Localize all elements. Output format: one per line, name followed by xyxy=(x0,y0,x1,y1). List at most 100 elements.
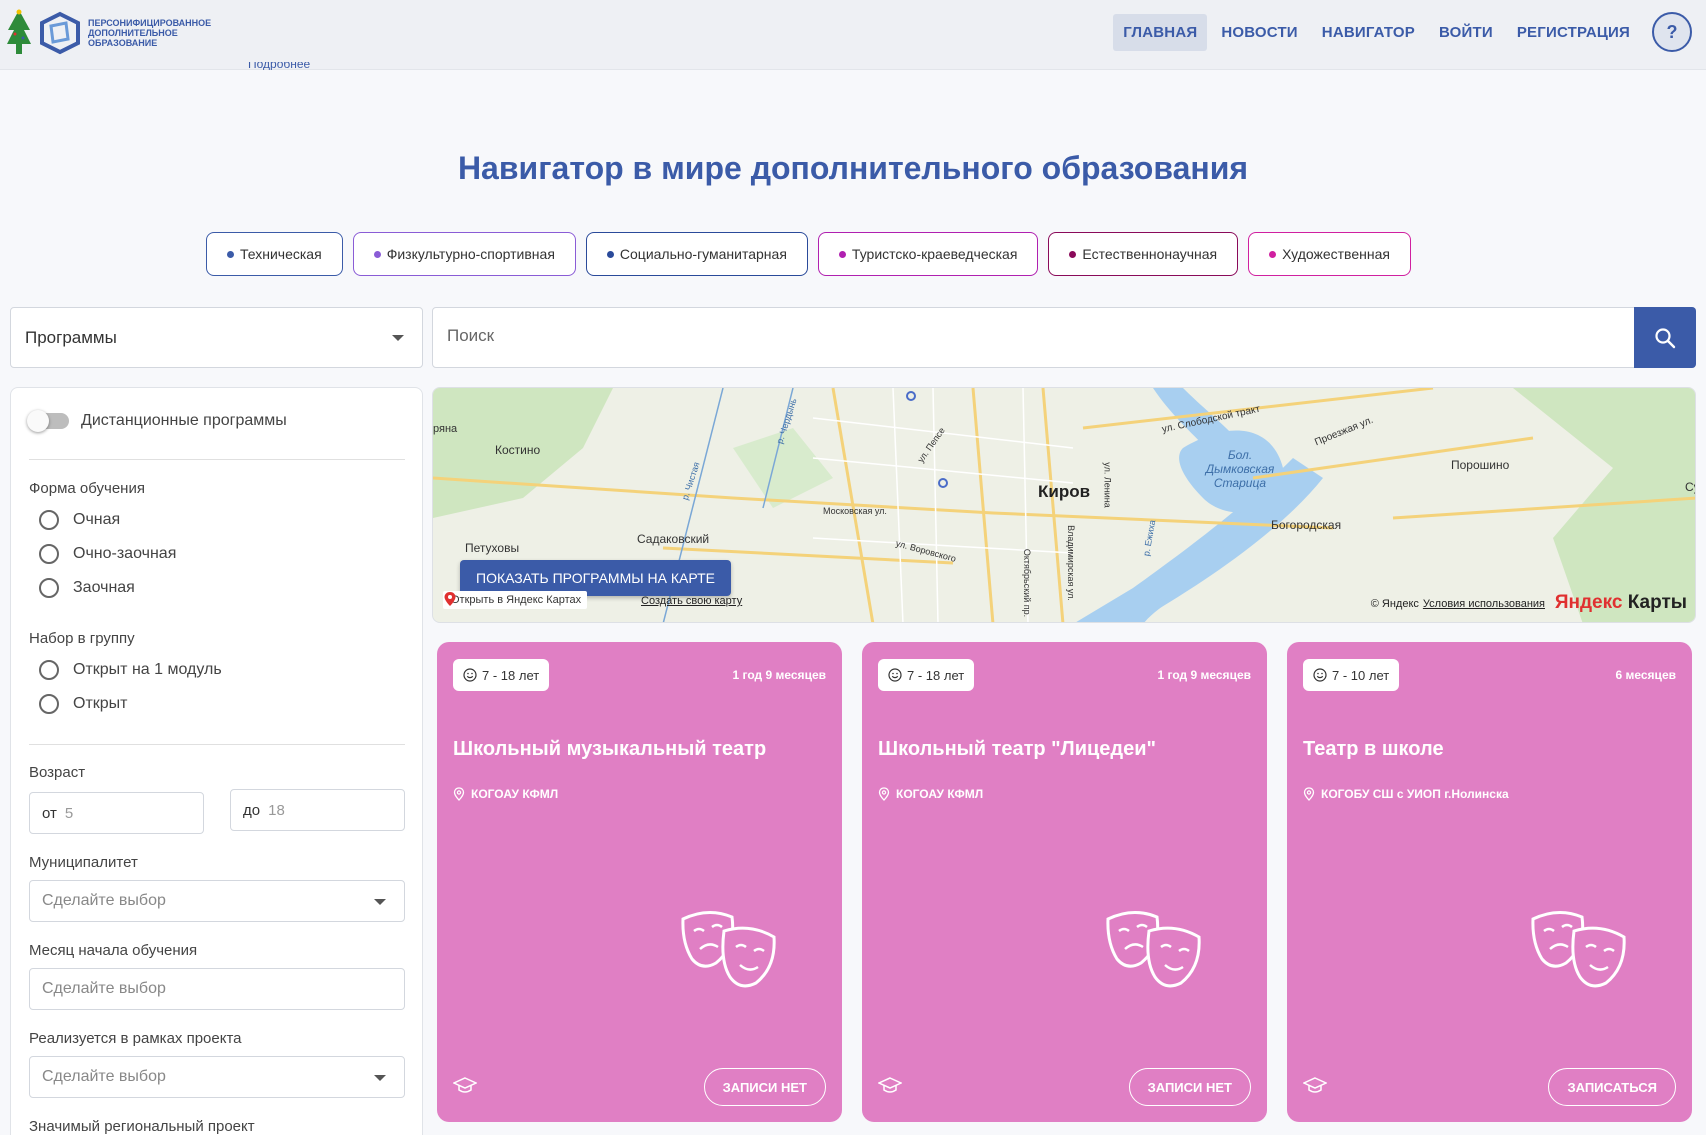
chip-science[interactable]: Естественнонаучная xyxy=(1048,232,1239,276)
map-city-label: Киров xyxy=(1038,482,1091,501)
help-button[interactable]: ? xyxy=(1652,12,1692,52)
nav-news[interactable]: НОВОСТИ xyxy=(1211,14,1307,51)
map-label: Су xyxy=(1685,480,1695,494)
nav-login[interactable]: ВОЙТИ xyxy=(1429,14,1503,51)
map-label: Московская ул. xyxy=(823,506,887,516)
create-map-link[interactable]: Создать свою карту xyxy=(641,595,742,607)
pdo-logo-icon xyxy=(40,11,80,55)
search-box xyxy=(432,307,1696,368)
age-from-placeholder: 5 xyxy=(64,804,74,822)
nav-navigator[interactable]: НАВИГАТОР xyxy=(1312,14,1425,51)
chip-label: Художественная xyxy=(1282,246,1390,262)
age-to-input[interactable]: до 18 xyxy=(230,789,405,831)
cut-off-link[interactable]: Подробнее xyxy=(248,62,310,70)
month-select[interactable]: Сделайте выбор xyxy=(29,968,405,1010)
program-card[interactable]: 7 - 18 лет 1 год 9 месяцев Школьный теат… xyxy=(862,642,1267,1122)
radio-label: Открыт на 1 модуль xyxy=(73,661,222,678)
enroll-button[interactable]: ЗАПИСИ НЕТ xyxy=(1128,1068,1251,1106)
caret-down-icon xyxy=(374,899,386,905)
chip-social[interactable]: Социально-гуманитарная xyxy=(585,232,808,276)
top-header: ПЕРСОНИФИЦИРОВАННОЕ ДОПОЛНИТЕЛЬНОЕ ОБРАЗ… xyxy=(0,0,1706,70)
age-badge: 7 - 18 лет xyxy=(453,659,550,691)
divider xyxy=(29,459,405,460)
brand-ya: Яндекс xyxy=(1554,592,1623,613)
page-title: Навигатор в мире дополнительного образов… xyxy=(457,150,1249,186)
search-icon xyxy=(1655,327,1676,348)
radio-label: Очная xyxy=(73,511,121,528)
graduation-cap-icon xyxy=(878,1077,902,1093)
age-text: 7 - 18 лет xyxy=(482,667,540,683)
age-label: Возраст xyxy=(29,764,86,781)
map-label: ул. Ленина xyxy=(1102,462,1113,508)
chip-technical[interactable]: Техническая xyxy=(206,232,343,276)
month-placeholder: Сделайте выбор xyxy=(42,980,166,997)
radio-label: Очно-заочная xyxy=(73,545,177,562)
card-title[interactable]: Школьный музыкальный театр xyxy=(453,738,828,761)
chip-sport[interactable]: Физкультурно-спортивная xyxy=(352,232,576,276)
age-to-prefix: до xyxy=(243,801,261,819)
radio-form-fulltime[interactable]: Очная xyxy=(39,510,120,530)
map-label: Богородская xyxy=(1271,518,1342,532)
remote-toggle[interactable] xyxy=(27,410,69,432)
nav-register[interactable]: РЕГИСТРАЦИЯ xyxy=(1507,14,1640,51)
radio-icon xyxy=(39,578,59,598)
age-badge: 7 - 10 лет xyxy=(1303,659,1400,691)
org-name: КОГОБУ СШ с УИОП г.Нолинска xyxy=(1321,787,1509,801)
smile-icon xyxy=(888,668,902,682)
search-input[interactable] xyxy=(447,326,1547,346)
chip-tourism[interactable]: Туристско-краеведческая xyxy=(817,232,1039,276)
dot-icon xyxy=(606,250,614,258)
dot-icon xyxy=(1269,250,1277,258)
radio-form-mixed[interactable]: Очно-заочная xyxy=(39,544,176,564)
remote-toggle-row[interactable]: Дистанционные программы xyxy=(27,410,287,432)
dot-icon xyxy=(227,250,234,258)
dot-icon xyxy=(373,250,381,258)
programs-map[interactable]: ряна Костино Петуховы Садаковский Богоро… xyxy=(432,387,1696,623)
radio-icon xyxy=(39,660,59,680)
enroll-button[interactable]: ЗАПИСАТЬСЯ xyxy=(1548,1068,1676,1106)
project-select[interactable]: Сделайте выбор xyxy=(29,1056,405,1098)
age-from-input[interactable]: от 5 xyxy=(29,792,204,834)
caret-down-icon xyxy=(392,335,404,341)
open-in-yandex-label: Открыть в Яндекс Картах xyxy=(451,594,582,606)
month-label: Месяц начала обучения xyxy=(29,942,198,959)
age-text: 7 - 18 лет xyxy=(907,667,965,683)
graduation-cap-icon xyxy=(1303,1077,1327,1093)
duration-text: 6 месяцев xyxy=(1615,668,1676,682)
radio-group-open[interactable]: Открыт xyxy=(39,694,128,714)
regional-label: Значимый региональный проект xyxy=(29,1118,255,1135)
radio-icon xyxy=(39,510,59,530)
map-label: Бол. Дымковская Старица xyxy=(1205,448,1275,490)
dot-icon xyxy=(1069,250,1077,258)
site-logo[interactable]: ПЕРСОНИФИЦИРОВАННОЕ ДОПОЛНИТЕЛЬНОЕ ОБРАЗ… xyxy=(6,8,228,58)
open-in-yandex-link[interactable]: Открыть в Яндекс Картах xyxy=(443,591,588,609)
enroll-button[interactable]: ЗАПИСИ НЕТ xyxy=(703,1068,826,1106)
radio-form-distance[interactable]: Заочная xyxy=(39,578,135,598)
nav-home[interactable]: ГЛАВНАЯ xyxy=(1113,13,1208,51)
caret-down-icon xyxy=(374,1075,386,1081)
program-card[interactable]: 7 - 18 лет 1 год 9 месяцев Школьный музы… xyxy=(437,642,842,1122)
project-label: Реализуется в рамках проекта xyxy=(29,1030,242,1047)
card-title[interactable]: Театр в школе xyxy=(1303,738,1678,761)
search-button[interactable] xyxy=(1634,307,1696,368)
radio-group-module[interactable]: Открыт на 1 модуль xyxy=(39,660,222,680)
program-card[interactable]: 7 - 10 лет 6 месяцев Театр в школе КОГОБ… xyxy=(1287,642,1692,1122)
municipality-placeholder: Сделайте выбор xyxy=(42,892,166,909)
card-org: КОГОБУ СШ с УИОП г.Нолинска xyxy=(1303,787,1509,801)
age-to-placeholder: 18 xyxy=(268,801,285,819)
search-type-value: Программы xyxy=(25,327,117,347)
copyright-text: © Яндекс xyxy=(1370,598,1419,610)
filters-panel: Дистанционные программы Форма обучения О… xyxy=(10,387,423,1135)
yandex-maps-logo[interactable]: Яндекс Карты xyxy=(1555,592,1687,614)
municipality-select[interactable]: Сделайте выбор xyxy=(29,880,405,922)
card-org: КОГОАУ КФМЛ xyxy=(453,787,558,801)
chip-art[interactable]: Художественная xyxy=(1248,232,1411,276)
card-title[interactable]: Школьный театр "Лицедеи" xyxy=(878,738,1253,761)
theater-masks-icon xyxy=(1106,911,1201,988)
christmas-tree-icon xyxy=(7,9,31,54)
search-type-select[interactable]: Программы xyxy=(10,307,423,368)
terms-link[interactable]: Условия использования xyxy=(1423,598,1545,610)
direction-filters: Техническая Физкультурно-спортивная Соци… xyxy=(206,232,1411,276)
graduation-cap-icon xyxy=(453,1077,477,1093)
chip-label: Социально-гуманитарная xyxy=(619,246,787,262)
